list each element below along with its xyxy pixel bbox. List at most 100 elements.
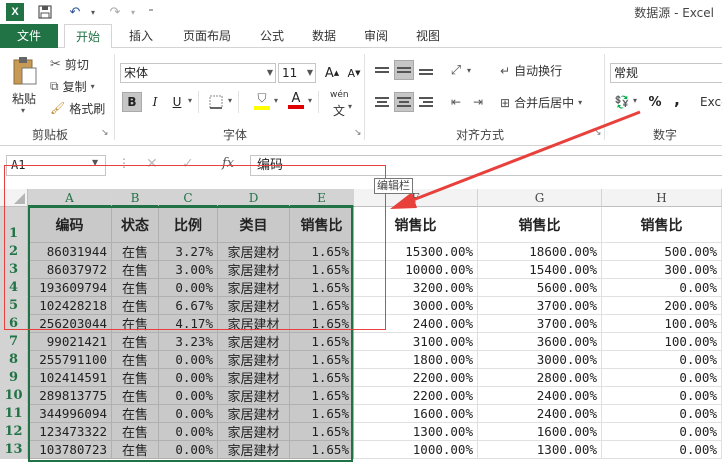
underline-dropdown-icon[interactable]: ▾: [188, 96, 192, 105]
table-cell[interactable]: 1.65%: [290, 441, 354, 459]
percent-style-button[interactable]: %: [645, 92, 665, 112]
row-header[interactable]: 3: [0, 261, 28, 279]
table-cell[interactable]: 289813775: [28, 387, 112, 405]
table-header-cell[interactable]: 类目: [218, 207, 290, 243]
italic-button[interactable]: I: [145, 92, 165, 112]
column-header-b[interactable]: B: [112, 189, 159, 207]
tab-review[interactable]: 审阅: [354, 24, 398, 48]
table-cell[interactable]: 100.00%: [602, 333, 722, 351]
table-cell[interactable]: 2400.00%: [478, 387, 602, 405]
table-cell[interactable]: 256203044: [28, 315, 112, 333]
tab-formulas[interactable]: 公式: [250, 24, 294, 48]
table-cell[interactable]: 0.00%: [159, 423, 218, 441]
font-color-dropdown-icon[interactable]: ▾: [308, 96, 312, 105]
row-header[interactable]: 8: [0, 351, 28, 369]
table-header-cell[interactable]: 销售比: [354, 207, 478, 243]
tab-home[interactable]: 开始: [64, 24, 112, 49]
decrease-indent-icon[interactable]: ⇤: [446, 92, 466, 112]
table-cell[interactable]: 0.00%: [159, 279, 218, 297]
table-cell[interactable]: 在售: [112, 261, 159, 279]
table-cell[interactable]: 0.00%: [602, 369, 722, 387]
table-cell[interactable]: 1.65%: [290, 333, 354, 351]
table-cell[interactable]: 99021421: [28, 333, 112, 351]
table-cell[interactable]: 103780723: [28, 441, 112, 459]
table-cell[interactable]: 1.65%: [290, 279, 354, 297]
table-cell[interactable]: 1.65%: [290, 405, 354, 423]
borders-icon[interactable]: [206, 92, 226, 112]
customize-qat-icon[interactable]: ⁼: [142, 3, 160, 21]
font-name-combo[interactable]: 宋体 ▼: [120, 63, 276, 83]
increase-font-icon[interactable]: A ▲: [322, 63, 342, 83]
table-cell[interactable]: 家居建材: [218, 315, 290, 333]
table-cell[interactable]: 3600.00%: [478, 333, 602, 351]
table-cell[interactable]: 3100.00%: [354, 333, 478, 351]
row-header[interactable]: 7: [0, 333, 28, 351]
fill-color-dropdown-icon[interactable]: ▾: [274, 96, 278, 105]
table-cell[interactable]: 在售: [112, 351, 159, 369]
select-all-corner[interactable]: [0, 189, 28, 207]
table-cell[interactable]: 在售: [112, 405, 159, 423]
table-cell[interactable]: 0.00%: [602, 405, 722, 423]
phonetic-dropdown-icon[interactable]: ▾: [348, 102, 352, 111]
table-cell[interactable]: 3000.00%: [478, 351, 602, 369]
orientation-icon[interactable]: ⤢: [446, 60, 466, 80]
table-header-cell[interactable]: 比例: [159, 207, 218, 243]
table-cell[interactable]: 200.00%: [602, 297, 722, 315]
table-cell[interactable]: 102428218: [28, 297, 112, 315]
tab-view[interactable]: 视图: [406, 24, 450, 48]
currency-dropdown-icon[interactable]: ▾: [633, 96, 637, 105]
copy-button[interactable]: ⧉ 复制 ▾: [50, 77, 110, 95]
table-cell[interactable]: 在售: [112, 279, 159, 297]
table-cell[interactable]: 家居建材: [218, 387, 290, 405]
middle-align-icon[interactable]: [394, 60, 414, 80]
alignment-launcher-icon[interactable]: ↘: [594, 128, 602, 138]
table-cell[interactable]: 0.00%: [602, 441, 722, 459]
table-cell[interactable]: 3700.00%: [478, 297, 602, 315]
row-header[interactable]: 11: [0, 405, 28, 423]
row-header[interactable]: 10: [0, 387, 28, 405]
table-cell[interactable]: 1.65%: [290, 243, 354, 261]
table-cell[interactable]: 100.00%: [602, 315, 722, 333]
column-header-e[interactable]: E: [290, 189, 354, 207]
table-cell[interactable]: 5600.00%: [478, 279, 602, 297]
save-icon[interactable]: [36, 3, 54, 21]
table-cell[interactable]: 18600.00%: [478, 243, 602, 261]
decimal-extra[interactable]: Exce: [700, 95, 722, 109]
table-cell[interactable]: 6.67%: [159, 297, 218, 315]
row-header[interactable]: 1: [0, 207, 28, 243]
cut-button[interactable]: ✂ 剪切: [50, 55, 110, 73]
table-cell[interactable]: 500.00%: [602, 243, 722, 261]
table-cell[interactable]: 家居建材: [218, 333, 290, 351]
table-cell[interactable]: 在售: [112, 387, 159, 405]
column-header-g[interactable]: G: [478, 189, 602, 207]
table-cell[interactable]: 4.17%: [159, 315, 218, 333]
paste-button[interactable]: 粘贴 ▾: [8, 54, 42, 115]
table-header-cell[interactable]: 销售比: [478, 207, 602, 243]
table-cell[interactable]: 2400.00%: [478, 405, 602, 423]
row-header[interactable]: 2: [0, 243, 28, 261]
borders-dropdown-icon[interactable]: ▾: [228, 96, 232, 105]
tab-data[interactable]: 数据: [302, 24, 346, 48]
wrap-text-button[interactable]: ↵ 自动换行: [500, 62, 562, 79]
insert-function-icon[interactable]: fx: [222, 156, 234, 171]
font-color-icon[interactable]: A: [286, 90, 306, 110]
row-header[interactable]: 12: [0, 423, 28, 441]
bold-button[interactable]: B: [122, 92, 142, 112]
bottom-align-icon[interactable]: [416, 62, 436, 82]
number-format-combo[interactable]: 常规: [610, 63, 722, 83]
table-cell[interactable]: 15300.00%: [354, 243, 478, 261]
column-header-d[interactable]: D: [218, 189, 290, 207]
table-cell[interactable]: 在售: [112, 243, 159, 261]
currency-icon[interactable]: 💱: [612, 92, 632, 112]
table-cell[interactable]: 家居建材: [218, 423, 290, 441]
decrease-font-icon[interactable]: A ▼: [344, 63, 364, 83]
table-cell[interactable]: 1.65%: [290, 351, 354, 369]
tab-insert[interactable]: 插入: [118, 24, 164, 48]
table-cell[interactable]: 15400.00%: [478, 261, 602, 279]
align-left-icon[interactable]: [372, 92, 392, 112]
name-box[interactable]: A1: [6, 155, 106, 176]
enter-icon[interactable]: ✓: [182, 156, 194, 172]
table-cell[interactable]: 1300.00%: [354, 423, 478, 441]
table-cell[interactable]: 1.65%: [290, 297, 354, 315]
formula-input[interactable]: 编码: [250, 155, 722, 176]
